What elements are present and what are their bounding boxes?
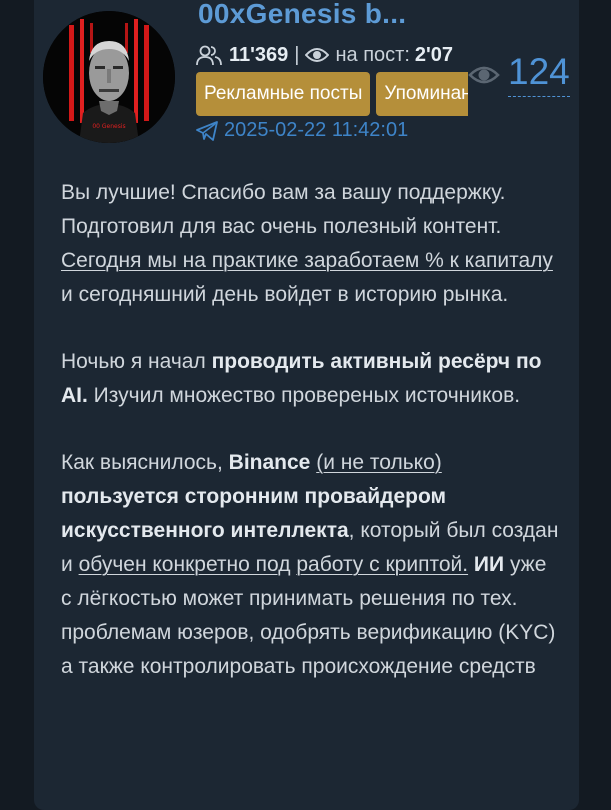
- text-span: Ночью я начал: [61, 350, 212, 373]
- text-span: Изучил множество провереных источников.: [87, 384, 521, 407]
- channel-avatar[interactable]: 00 Genesis: [43, 11, 175, 143]
- views-eye-icon: [468, 66, 500, 83]
- bold-text: ИИ: [473, 553, 505, 576]
- views-count[interactable]: 124: [508, 52, 570, 97]
- telegram-icon: [196, 120, 218, 141]
- post-views: 124: [468, 52, 570, 97]
- channel-stats: 11'369 | на пост: 2'07: [196, 40, 469, 70]
- channel-title[interactable]: 00xGenesis b...: [198, 0, 478, 30]
- subscribers-count: 11'369: [229, 43, 289, 66]
- underlined-link[interactable]: обучен конкретно под: [79, 553, 291, 576]
- stats-separator: |: [294, 43, 300, 66]
- post-text: Вы лучшие! Спасибо вам за вашу поддержку…: [61, 176, 561, 717]
- tag-buttons: Рекламные постыУпоминания: [196, 72, 468, 117]
- text-span: Как выяснилось,: [61, 451, 229, 474]
- post-paragraph: Как выяснилось, Binance (и не только) по…: [61, 446, 561, 684]
- subscribers-icon: [196, 45, 222, 66]
- post-date-link[interactable]: 2025-02-22 11:42:01: [196, 119, 408, 142]
- bold-text: Binance: [228, 451, 311, 474]
- post-paragraph: Ночью я начал проводить активный ресёрч …: [61, 345, 561, 413]
- ads-posts-button[interactable]: Рекламные посты: [196, 72, 371, 116]
- post-date: 2025-02-22 11:42:01: [224, 119, 409, 141]
- mentions-button[interactable]: Упоминания: [376, 72, 468, 116]
- underlined-link[interactable]: работу с криптой.: [296, 553, 468, 576]
- avatar-caption: 00 Genesis: [92, 123, 126, 130]
- eye-icon: [305, 48, 330, 62]
- reach-value: 2'07: [414, 43, 454, 66]
- post-paragraph: Вы лучшие! Спасибо вам за вашу поддержку…: [61, 176, 561, 312]
- underlined-link[interactable]: (и не только): [316, 451, 442, 474]
- text-span: и сегодняшний день войдет в историю рынк…: [61, 283, 509, 306]
- reach-label: на пост:: [335, 43, 410, 66]
- text-span: Вы лучшие! Спасибо вам за вашу поддержку…: [61, 181, 506, 238]
- underlined-link[interactable]: Сегодня мы на практике заработаем % к ка…: [61, 249, 553, 272]
